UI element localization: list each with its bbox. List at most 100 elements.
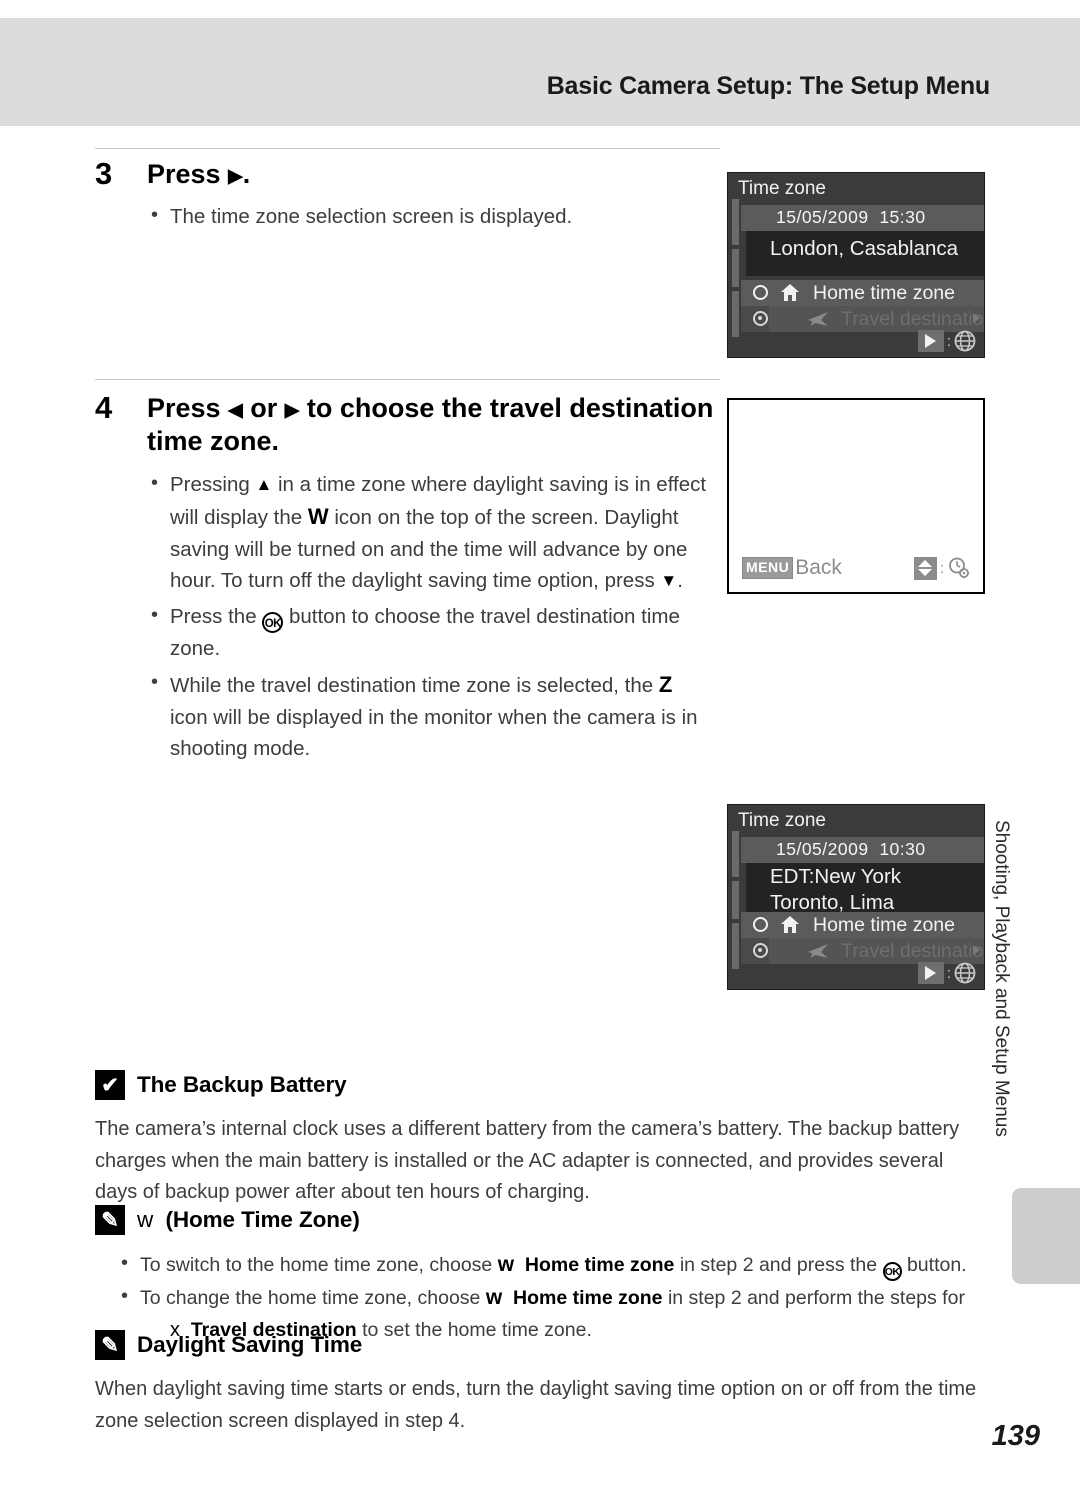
step-4-bullet-2: Press the OK button to choose the travel… bbox=[147, 600, 715, 664]
lcd-row-home-time-zone[interactable]: Home time zone bbox=[741, 280, 984, 306]
lcd-zone-line: London, Casablanca bbox=[770, 237, 959, 260]
side-tab-label: Shooting, Playback and Setup Menus bbox=[991, 820, 1012, 1137]
hint-colon: : bbox=[946, 964, 951, 982]
ok-button-icon: OK bbox=[882, 1262, 902, 1281]
down-triangle-icon bbox=[660, 571, 677, 590]
lcd-row-travel-destination[interactable]: Travel destination bbox=[741, 306, 985, 332]
note-heading: ✎ Daylight Saving Time bbox=[95, 1330, 985, 1360]
home-icon bbox=[781, 284, 799, 301]
lcd-title: Time zone bbox=[738, 810, 826, 831]
step-4-bullet-3: While the travel destination time zone i… bbox=[147, 667, 715, 764]
side-tab-marker bbox=[1012, 1188, 1080, 1284]
page-title: Basic Camera Setup: The Setup Menu bbox=[546, 72, 991, 100]
ok-button-icon: OK bbox=[262, 611, 284, 633]
note-bullet-2: To change the home time zone, choose w H… bbox=[117, 1281, 985, 1314]
lcd-row-travel-destination[interactable]: Travel destination bbox=[741, 938, 985, 964]
hint-colon: : bbox=[939, 559, 944, 577]
lcd-zone-box: EDT:New York Toronto, Lima bbox=[746, 863, 984, 918]
note-heading: ✔ The Backup Battery bbox=[95, 1070, 985, 1100]
lcd-date-value: 15/05/2009 bbox=[776, 207, 869, 227]
step-4-heading-b: or bbox=[242, 393, 285, 423]
home-icon bbox=[781, 916, 799, 933]
step-3-bullets: The time zone selection screen is displa… bbox=[147, 200, 715, 232]
step-3-bullet-1: The time zone selection screen is displa… bbox=[147, 200, 715, 232]
lcd-date-value: 15/05/2009 bbox=[776, 839, 869, 859]
lcd-hint-play-globe: : bbox=[917, 962, 976, 984]
play-button-icon bbox=[917, 330, 944, 352]
scroll-segment bbox=[732, 881, 739, 919]
lcd-datetime: 15/05/2009 15:30 bbox=[776, 207, 926, 228]
lcd-home-label: Home time zone bbox=[813, 282, 955, 304]
right-triangle-icon bbox=[228, 167, 243, 186]
radio-selected-icon bbox=[753, 943, 768, 958]
pencil-note-icon: ✎ bbox=[95, 1205, 125, 1235]
camera-screen-time-zone-newyork: Time zone 15/05/2009 10:30 EDT:New York … bbox=[727, 804, 985, 990]
nb2-a: To change the home time zone, choose bbox=[140, 1287, 486, 1309]
bullet-2-a: Press the bbox=[170, 604, 263, 628]
hint-colon: : bbox=[946, 332, 951, 350]
note-title-text: (Home Time Zone) bbox=[165, 1207, 360, 1232]
note-body: When daylight saving time starts or ends… bbox=[95, 1378, 977, 1432]
nb1-a: To switch to the home time zone, choose bbox=[140, 1254, 498, 1276]
scroll-segment bbox=[732, 923, 739, 969]
globe-icon bbox=[954, 330, 976, 352]
note-title: The Backup Battery bbox=[137, 1072, 347, 1097]
note-home-time-zone: ✎ w (Home Time Zone) To switch to the ho… bbox=[95, 1205, 985, 1346]
nb1-c: in step 2 and press the bbox=[674, 1254, 883, 1276]
lcd-title: Time zone bbox=[738, 178, 826, 199]
lcd-travel-highlight: Travel destination bbox=[769, 938, 985, 964]
scroll-segment bbox=[732, 249, 739, 287]
step-4-heading-line2: time zone. bbox=[147, 426, 280, 457]
menu-back-label: Back bbox=[795, 556, 842, 579]
radio-selected-icon bbox=[753, 311, 768, 326]
travel-destination-symbol: Z bbox=[658, 672, 673, 698]
step-4-number: 4 bbox=[95, 390, 113, 425]
nb1-bold: Home time zone bbox=[524, 1254, 675, 1276]
lcd-home-label: Home time zone bbox=[813, 914, 955, 936]
step-3-heading-post: . bbox=[242, 159, 251, 189]
section-divider-top bbox=[95, 148, 720, 149]
bullet-3-c: icon will be displayed in the monitor wh… bbox=[170, 705, 698, 761]
note-body: The camera’s internal clock uses a diffe… bbox=[95, 1118, 960, 1204]
lcd-datetime: 15/05/2009 10:30 bbox=[776, 839, 926, 860]
lcd-zone-line: EDT:New York bbox=[770, 865, 902, 888]
lcd-row-home-time-zone[interactable]: Home time zone bbox=[741, 912, 984, 938]
lcd-travel-label: Travel destination bbox=[841, 940, 985, 962]
step-3: 3 Press . The time zone selection screen… bbox=[95, 158, 715, 237]
step-3-heading-pre: Press bbox=[147, 159, 229, 189]
home-symbol: w bbox=[137, 1207, 154, 1232]
up-down-arrows-icon bbox=[913, 556, 937, 580]
step-4-heading: Press or to choose the travel destinatio… bbox=[147, 392, 715, 459]
nb2-bold: Home time zone bbox=[513, 1287, 663, 1309]
airplane-icon bbox=[808, 312, 828, 326]
globe-icon bbox=[954, 962, 976, 984]
step-4-heading-c: to choose the travel destination bbox=[299, 393, 714, 423]
nb2-c: in step 2 and perform the steps for bbox=[662, 1287, 965, 1309]
step-4-bullet-1: Pressing in a time zone where daylight s… bbox=[147, 468, 715, 597]
daylight-saving-symbol: W bbox=[307, 504, 329, 530]
page-number: 139 bbox=[991, 1420, 1040, 1452]
up-triangle-icon bbox=[255, 475, 272, 494]
play-button-icon bbox=[917, 962, 944, 984]
chevron-right-icon bbox=[973, 945, 980, 955]
pencil-note-icon: ✎ bbox=[95, 1330, 125, 1360]
daylight-saving-clock-icon bbox=[949, 557, 970, 579]
lcd-travel-highlight: Travel destination bbox=[769, 306, 985, 332]
radio-unselected-icon bbox=[753, 917, 768, 932]
left-triangle-icon bbox=[228, 401, 243, 420]
step-4: 4 Press or to choose the travel destinat… bbox=[95, 392, 715, 768]
note-title: Daylight Saving Time bbox=[137, 1332, 363, 1357]
scroll-segment bbox=[732, 199, 739, 245]
note-title: w (Home Time Zone) bbox=[137, 1207, 360, 1233]
lcd-travel-label: Travel destination bbox=[841, 308, 985, 330]
note-bullet-1: To switch to the home time zone, choose … bbox=[117, 1248, 985, 1281]
note-daylight-saving-time: ✎ Daylight Saving Time When daylight sav… bbox=[95, 1330, 985, 1437]
note-backup-battery: ✔ The Backup Battery The camera’s intern… bbox=[95, 1070, 985, 1209]
home-symbol: w bbox=[497, 1253, 515, 1276]
note-heading: ✎ w (Home Time Zone) bbox=[95, 1205, 985, 1235]
lcd-hint-play-globe: : bbox=[917, 330, 976, 352]
menu-back-hint: MENU Back bbox=[742, 556, 842, 580]
section-divider-middle bbox=[95, 379, 720, 380]
camera-screen-time-zone-london: Time zone 15/05/2009 15:30 London, Casab… bbox=[727, 172, 985, 358]
bullet-1-a: Pressing bbox=[170, 472, 256, 496]
